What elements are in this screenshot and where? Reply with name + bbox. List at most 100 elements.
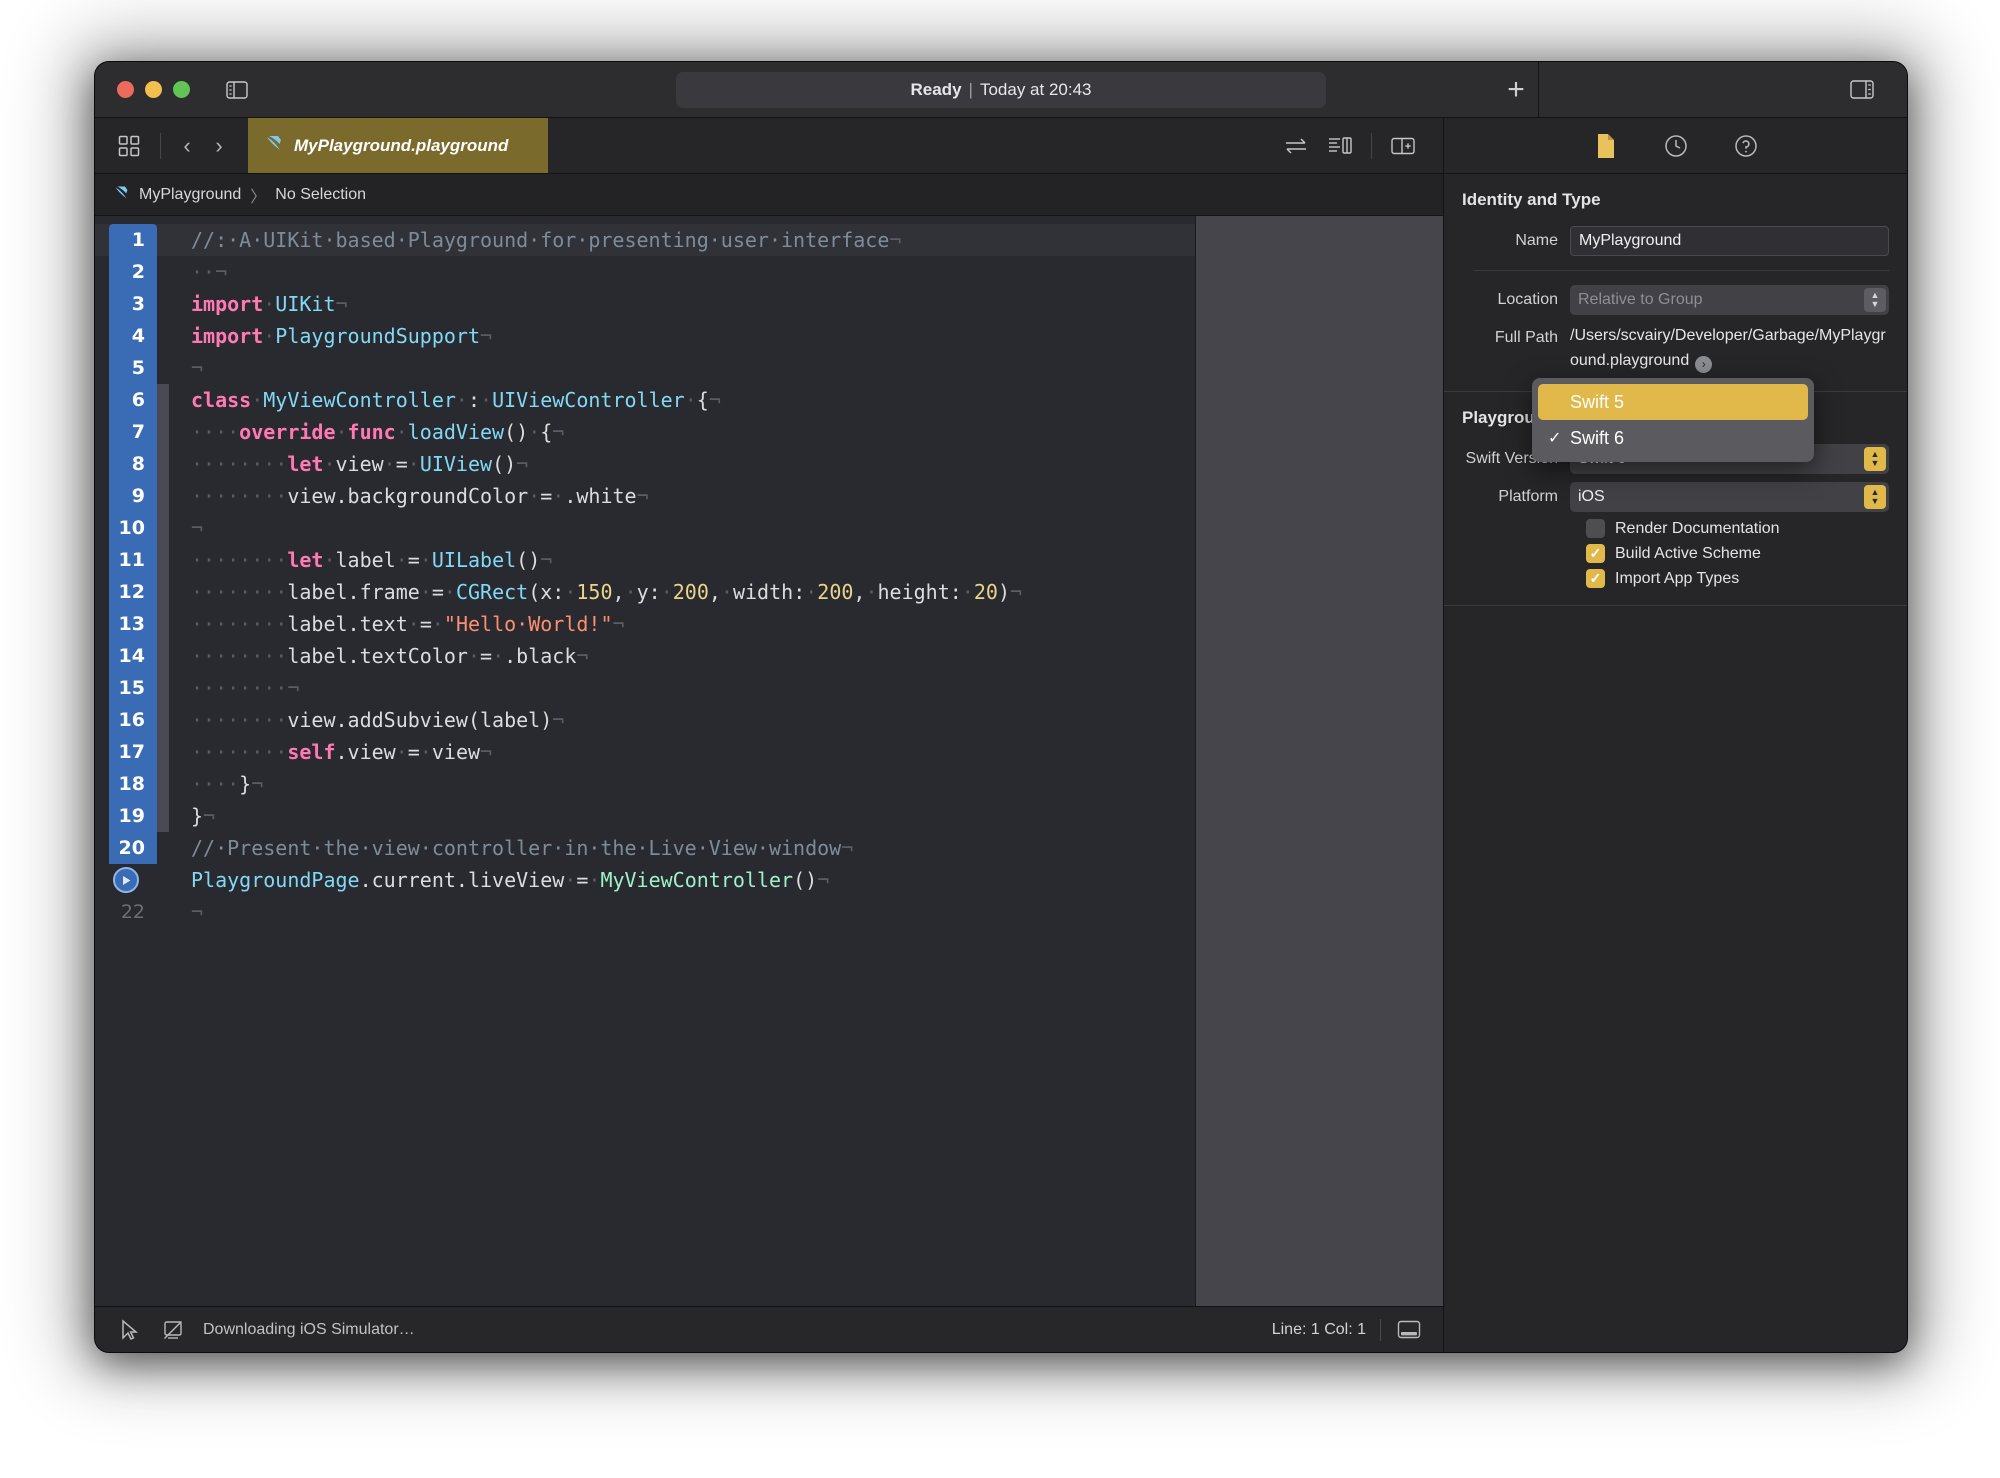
line-number: 12 — [118, 581, 145, 603]
minimize-button[interactable] — [145, 81, 162, 98]
code-line[interactable]: 3 import·UIKit¬ — [95, 288, 1195, 320]
code-line[interactable]: 1 //:·A·UIKit·based·Playground·for·presen… — [95, 224, 1195, 256]
navigate-back-icon[interactable]: ‹ — [172, 129, 202, 163]
code-fold-ribbon[interactable] — [157, 800, 169, 832]
code-fold-ribbon[interactable] — [157, 544, 169, 576]
code-line[interactable]: 19}¬ — [95, 800, 1195, 832]
checkbox[interactable] — [1586, 519, 1605, 538]
code-line[interactable]: 4 import·PlaygroundSupport¬ — [95, 320, 1195, 352]
line-number: 11 — [118, 549, 145, 571]
checkbox[interactable]: ✓ — [1586, 569, 1605, 588]
tabbar-divider-right — [1371, 132, 1372, 159]
code-line[interactable]: 22 ¬ — [95, 896, 1195, 928]
inspector-toggle-icon[interactable] — [1845, 76, 1879, 104]
code-line[interactable]: 10 ¬ — [95, 512, 1195, 544]
code-fold-ribbon[interactable] — [157, 384, 169, 416]
fullpath-row: Full Path /Users/scvairy/Developer/Garba… — [1444, 319, 1907, 377]
code-line[interactable]: 16 ········view.addSubview(label)¬ — [95, 704, 1195, 736]
navigate-forward-icon[interactable]: › — [204, 129, 234, 163]
code-fold-ribbon[interactable] — [157, 256, 169, 288]
code-fold-ribbon[interactable] — [157, 768, 169, 800]
code-fold-ribbon[interactable] — [157, 512, 169, 544]
code-fold-ribbon[interactable] — [157, 672, 169, 704]
code-fold-ribbon[interactable] — [157, 416, 169, 448]
name-row: Name MyPlayground — [1444, 222, 1907, 260]
code-text: ········let·view·=·UIView()¬ — [191, 452, 529, 476]
code-line[interactable]: 20 //·Present·the·view·controller·in·the·… — [95, 832, 1195, 864]
line-number: 2 — [131, 261, 145, 283]
menu-item[interactable]: ✓ Swift 6 — [1538, 420, 1808, 456]
code-fold-ribbon[interactable] — [157, 896, 169, 928]
code-line[interactable]: 11 ········let·label·=·UILabel()¬ — [95, 544, 1195, 576]
breadcrumb-project[interactable]: MyPlayground — [139, 186, 241, 204]
option-row[interactable]: Render Documentation — [1444, 516, 1907, 541]
code-line[interactable]: 8 ········let·view·=·UIView()¬ — [95, 448, 1195, 480]
code-line[interactable]: 18 ····}¬ — [95, 768, 1195, 800]
code-fold-ribbon[interactable] — [157, 576, 169, 608]
code-text: import·PlaygroundSupport¬ — [191, 324, 493, 348]
tab-myplayground[interactable]: MyPlayground.playground — [248, 118, 548, 173]
screenshot-root: Ready | Today at 20:43 + ‹ › MyPlaygroun… — [0, 0, 2000, 1478]
code-line[interactable]: 13 ········label.text·=·"Hello·World!"¬ — [95, 608, 1195, 640]
no-device-icon[interactable] — [159, 1317, 187, 1343]
code-line[interactable]: 2 ··¬ — [95, 256, 1195, 288]
reveal-in-finder-icon[interactable]: › — [1695, 355, 1713, 373]
location-dropdown[interactable]: Relative to Group ▲ ▼ — [1570, 285, 1889, 315]
sidebar-toggle-icon[interactable] — [220, 76, 254, 104]
code-fold-ribbon[interactable] — [157, 288, 169, 320]
code-fold-ribbon[interactable] — [157, 640, 169, 672]
code-fold-ribbon[interactable] — [157, 320, 169, 352]
location-stepper-icon[interactable]: ▲ ▼ — [1864, 288, 1886, 312]
breadcrumb-selection[interactable]: No Selection — [275, 186, 366, 204]
platform-stepper-icon[interactable]: ▲ ▼ — [1864, 485, 1886, 509]
code-fold-ribbon[interactable] — [157, 448, 169, 480]
platform-dropdown[interactable]: iOS ▲ ▼ — [1570, 482, 1889, 512]
code-line[interactable]: 14 ········label.textColor·=·.black¬ — [95, 640, 1195, 672]
code-line[interactable]: PlaygroundPage.current.liveView·=·MyView… — [95, 864, 1195, 896]
tab-file-inspector[interactable] — [1589, 131, 1623, 161]
zoom-button[interactable] — [173, 81, 190, 98]
console-toggle-icon[interactable] — [1395, 1317, 1423, 1343]
tabbar-right-controls — [1274, 118, 1443, 173]
tab-overview-icon[interactable] — [109, 129, 149, 163]
swift-version-stepper-icon[interactable]: ▲ ▼ — [1864, 447, 1886, 471]
name-input[interactable]: MyPlayground — [1570, 226, 1889, 256]
code-fold-ribbon[interactable] — [157, 704, 169, 736]
menu-item[interactable]: Swift 5 — [1538, 384, 1808, 420]
code-text: ··¬ — [191, 260, 228, 284]
option-row[interactable]: ✓ Import App Types — [1444, 566, 1907, 591]
code-line[interactable]: 9 ········view.backgroundColor·=·.white¬ — [95, 480, 1195, 512]
line-col-indicator: Line: 1 Col: 1 — [1271, 1320, 1366, 1338]
code-fold-ribbon[interactable] — [157, 480, 169, 512]
code-fold-ribbon[interactable] — [157, 608, 169, 640]
code-fold-ribbon[interactable] — [157, 736, 169, 768]
swap-arrows-icon[interactable] — [1274, 129, 1318, 163]
run-playground-button[interactable] — [113, 867, 139, 893]
code-lines[interactable]: 1 //:·A·UIKit·based·Playground·for·presen… — [95, 216, 1195, 928]
code-fold-ribbon[interactable] — [157, 224, 169, 256]
code-text: ········label.textColor·=·.black¬ — [191, 644, 589, 668]
source-editor[interactable]: 1 //:·A·UIKit·based·Playground·for·presen… — [95, 216, 1195, 1306]
tab-history-inspector[interactable] — [1659, 131, 1693, 161]
code-fold-ribbon[interactable] — [157, 832, 169, 864]
code-line[interactable]: 5 ¬ — [95, 352, 1195, 384]
add-editor-icon[interactable] — [1381, 129, 1425, 163]
swift-version-menu[interactable]: Swift 5 ✓ Swift 6 — [1532, 378, 1814, 462]
assistant-editor-icon[interactable] — [1318, 129, 1362, 163]
code-line[interactable]: 15 ········¬ — [95, 672, 1195, 704]
tab-quick-help-inspector[interactable] — [1729, 131, 1763, 161]
option-row[interactable]: ✓ Build Active Scheme — [1444, 541, 1907, 566]
code-text: PlaygroundPage.current.liveView·=·MyView… — [191, 868, 830, 892]
check-icon: ✓ — [1548, 430, 1562, 447]
line-number: 13 — [118, 613, 145, 635]
code-fold-ribbon[interactable] — [157, 864, 169, 896]
checkbox[interactable]: ✓ — [1586, 544, 1605, 563]
code-fold-ribbon[interactable] — [157, 352, 169, 384]
code-line[interactable]: 17 ········self.view·=·view¬ — [95, 736, 1195, 768]
code-line[interactable]: 7 ····override·func·loadView()·{¬ — [95, 416, 1195, 448]
add-button[interactable]: + — [1493, 67, 1539, 113]
code-line[interactable]: 6 class·MyViewController·:·UIViewControll… — [95, 384, 1195, 416]
close-button[interactable] — [117, 81, 134, 98]
code-line[interactable]: 12 ········label.frame·=·CGRect(x:·150,·y… — [95, 576, 1195, 608]
cursor-arrow-icon[interactable] — [115, 1317, 143, 1343]
